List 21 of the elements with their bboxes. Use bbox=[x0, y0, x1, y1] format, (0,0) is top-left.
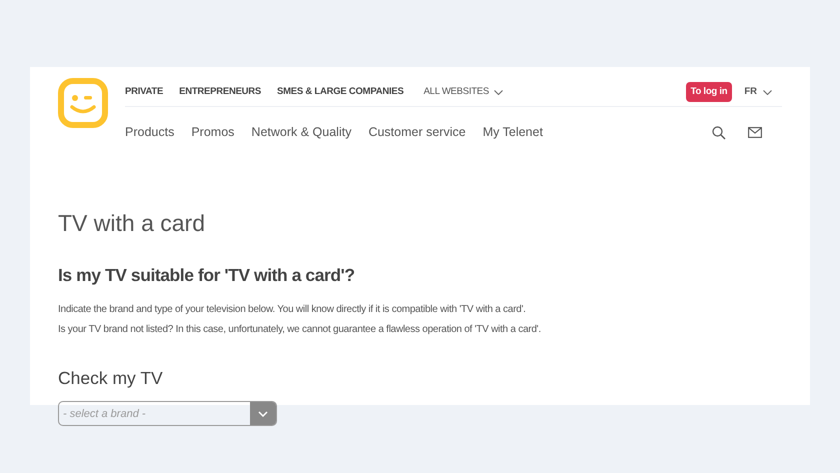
nav-link[interactable]: Promos bbox=[191, 123, 234, 142]
info-paragraph: Indicate the brand and type of your television below. You will know directly if it is compatible with 'TV with a card'. bbox=[58, 303, 526, 317]
nav-link[interactable]: Products bbox=[125, 123, 174, 142]
search-icon[interactable] bbox=[712, 126, 726, 140]
mail-icon[interactable] bbox=[748, 127, 762, 138]
all-websites-dropdown[interactable]: ALL WEBSITES bbox=[424, 84, 504, 100]
audience-link[interactable]: SMES & LARGE COMPANIES bbox=[277, 84, 404, 100]
language-dropdown[interactable]: FR bbox=[744, 84, 772, 100]
page-title: TV with a card bbox=[58, 209, 205, 238]
info-paragraph: Is your TV brand not listed? In this case, unfortunately, we cannot guarantee a flawless operation of 'TV with a card'. bbox=[58, 323, 541, 337]
audience-link[interactable]: PRIVATE bbox=[125, 84, 164, 100]
nav-link[interactable]: Network & Quality bbox=[251, 123, 352, 142]
section-heading: Is my TV suitable for 'TV with a card'? bbox=[58, 264, 355, 287]
check-heading: Check my TV bbox=[58, 367, 163, 390]
chevron-down-icon bbox=[494, 90, 504, 94]
login-button[interactable]: To log in bbox=[686, 82, 732, 102]
nav-link[interactable]: My Telenet bbox=[482, 123, 543, 142]
audience-link[interactable]: ENTREPRENEURS bbox=[179, 84, 262, 100]
chevron-down-icon bbox=[763, 90, 772, 94]
chevron-down-icon bbox=[258, 410, 268, 417]
nav-link[interactable]: Customer service bbox=[368, 123, 466, 142]
